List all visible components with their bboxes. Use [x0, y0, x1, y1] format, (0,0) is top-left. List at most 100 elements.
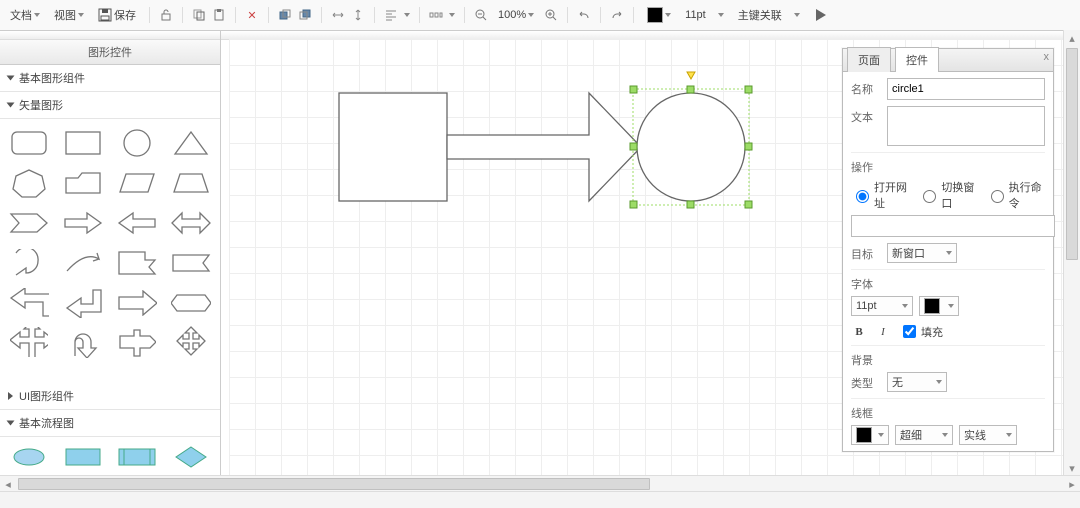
drawn-circle[interactable]	[637, 93, 745, 201]
fill-color-picker[interactable]	[643, 7, 675, 23]
font-size-select[interactable]: 11pt	[681, 9, 728, 21]
fill-checkbox[interactable]: 填充	[899, 322, 943, 341]
bold-button[interactable]: B	[851, 326, 867, 338]
shape-rounded-rect[interactable]	[7, 125, 51, 161]
shape-L-left[interactable]	[61, 285, 105, 321]
section-ui-shapes[interactable]: UI图形组件	[0, 383, 220, 410]
copy-icon[interactable]	[192, 8, 206, 22]
separator	[321, 7, 322, 23]
distribute-dropdown-icon[interactable]	[449, 13, 455, 17]
zoom-out-icon[interactable]	[474, 8, 488, 22]
shape-step-right[interactable]	[115, 245, 159, 281]
section-vector-shapes[interactable]: 矢量图形	[0, 92, 220, 119]
flow-decision[interactable]	[169, 443, 213, 471]
section-basic-flow[interactable]: 基本流程图	[0, 410, 220, 437]
save-button[interactable]: 保存	[94, 7, 140, 23]
flow-terminator[interactable]	[7, 443, 51, 471]
zoom-in-icon[interactable]	[544, 8, 558, 22]
radio-open-url[interactable]: 打开网址	[851, 179, 910, 211]
shape-u-turn[interactable]	[61, 325, 105, 361]
shape-heptagon[interactable]	[7, 165, 51, 201]
distribute-icon[interactable]	[429, 8, 443, 22]
section-basic-shapes[interactable]: 基本图形组件	[0, 65, 220, 92]
shape-signpost[interactable]	[115, 325, 159, 361]
scroll-up-icon[interactable]: ▴	[1064, 30, 1080, 46]
horizontal-scrollbar[interactable]: ◂ ▸	[0, 475, 1080, 492]
separator	[374, 7, 375, 23]
color-swatch-icon	[924, 298, 940, 314]
shape-arrow-left[interactable]	[115, 205, 159, 241]
shape-circle[interactable]	[115, 125, 159, 161]
shape-banner[interactable]	[169, 245, 213, 281]
radio-exec-cmd[interactable]: 执行命令	[986, 179, 1045, 211]
name-input[interactable]	[887, 78, 1045, 100]
caret-down-icon	[665, 13, 671, 17]
undo-icon[interactable]	[577, 8, 591, 22]
shape-trapezoid[interactable]	[169, 165, 213, 201]
shape-arrow-right[interactable]	[61, 205, 105, 241]
shape-return-arrow[interactable]	[7, 245, 51, 281]
scroll-left-icon[interactable]: ◂	[0, 476, 16, 492]
align-left-icon[interactable]	[384, 8, 398, 22]
flow-process[interactable]	[61, 443, 105, 471]
separator	[235, 7, 236, 23]
close-icon[interactable]: x	[1044, 51, 1050, 63]
scroll-down-icon[interactable]: ▾	[1064, 460, 1080, 476]
border-style-select[interactable]: 实线	[959, 425, 1017, 445]
scroll-right-icon[interactable]: ▸	[1064, 476, 1080, 492]
tab-page[interactable]: 页面	[847, 47, 891, 72]
flow-predefined[interactable]	[115, 443, 159, 471]
vertical-scrollbar[interactable]: ▴ ▾	[1063, 30, 1080, 476]
scrollbar-thumb[interactable]	[1066, 48, 1078, 260]
shape-chevron-right[interactable]	[7, 205, 51, 241]
shape-parallelogram[interactable]	[115, 165, 159, 201]
italic-button[interactable]: I	[875, 326, 891, 338]
zoom-level[interactable]: 100%	[494, 9, 538, 21]
play-button[interactable]	[816, 9, 826, 21]
tab-widget[interactable]: 控件	[895, 47, 939, 72]
target-select[interactable]: 新窗口	[887, 243, 957, 263]
radio-switch-window[interactable]: 切换窗口	[918, 179, 977, 211]
properties-panel: 页面 控件 x 名称 文本 操作 打开网址 切换窗口 执行命令 目标新窗口 字体…	[842, 48, 1054, 452]
shape-palette	[0, 119, 220, 383]
bring-front-icon[interactable]	[278, 8, 292, 22]
paste-icon[interactable]	[212, 8, 226, 22]
menu-view[interactable]: 视图	[50, 7, 88, 23]
shape-4-arrows[interactable]	[169, 325, 213, 361]
drawn-square[interactable]	[339, 93, 447, 201]
unlock-icon[interactable]	[159, 8, 173, 22]
border-weight-select[interactable]: 超细	[895, 425, 953, 445]
label-target: 目标	[851, 243, 881, 262]
scrollbar-thumb[interactable]	[18, 478, 650, 490]
label-bg-type: 类型	[851, 372, 881, 391]
shape-rect[interactable]	[61, 125, 105, 161]
align-dropdown-icon[interactable]	[404, 13, 410, 17]
separator	[567, 7, 568, 23]
fit-height-icon[interactable]	[351, 8, 365, 22]
fit-width-icon[interactable]	[331, 8, 345, 22]
key-assoc-select[interactable]: 主键关联	[734, 7, 804, 23]
caret-down-icon	[528, 13, 534, 17]
border-color-select[interactable]	[851, 425, 889, 445]
shape-folder[interactable]	[61, 165, 105, 201]
caret-down-icon	[794, 13, 800, 17]
shape-arrow-both[interactable]	[169, 205, 213, 241]
shape-triangle[interactable]	[169, 125, 213, 161]
shape-curve-arrow[interactable]	[61, 245, 105, 281]
bg-type-select[interactable]: 无	[887, 372, 947, 392]
rotate-handle[interactable]	[687, 72, 695, 79]
font-color-select[interactable]	[919, 296, 959, 316]
shape-L-up-left[interactable]	[7, 285, 51, 321]
shape-block-arrow[interactable]	[115, 285, 159, 321]
url-input[interactable]	[851, 215, 1055, 237]
font-size-select[interactable]: 11pt	[851, 296, 913, 316]
drawn-arrow[interactable]	[447, 93, 641, 201]
shape-T-split[interactable]	[7, 325, 51, 361]
menu-doc[interactable]: 文档	[6, 7, 44, 23]
shape-ribbon[interactable]	[169, 285, 213, 321]
redo-icon[interactable]	[610, 8, 624, 22]
text-input[interactable]	[887, 106, 1045, 146]
delete-icon[interactable]: ✕	[245, 8, 259, 22]
color-swatch-icon	[856, 427, 872, 443]
send-back-icon[interactable]	[298, 8, 312, 22]
